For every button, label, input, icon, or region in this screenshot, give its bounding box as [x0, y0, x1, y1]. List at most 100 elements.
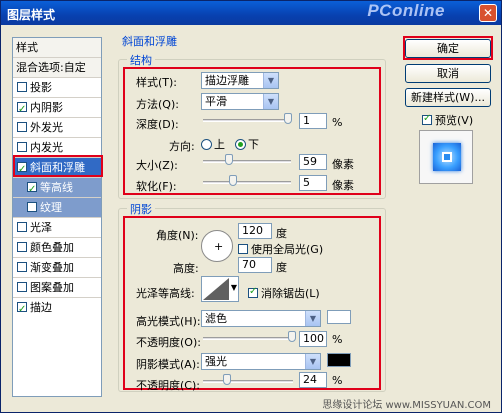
shadow-mode-value: 强光 [205, 355, 227, 368]
soften-input[interactable]: 5 [299, 175, 327, 191]
preview-inner-square [442, 152, 452, 162]
style-item-label: 渐变叠加 [30, 261, 74, 274]
highlight-mode-select[interactable]: 滤色 ▼ [201, 310, 321, 327]
shadow-mode-select[interactable]: 强光 ▼ [201, 353, 321, 370]
panel-title: 斜面和浮雕 [122, 35, 177, 48]
direction-up-option[interactable]: 上 [201, 136, 225, 152]
chevron-down-icon[interactable]: ▼ [305, 354, 320, 369]
radio-up[interactable] [201, 139, 212, 150]
chevron-down-icon[interactable]: ▼ [263, 73, 278, 88]
style-select[interactable]: 描边浮雕 ▼ [201, 72, 279, 89]
size-input[interactable]: 59 [299, 154, 327, 170]
layer-style-dialog: 图层样式 PConline ✕ 样式 混合选项:自定 投影 内阴影 外发光 内发… [0, 0, 502, 413]
preview-swatch [433, 143, 461, 171]
checkbox[interactable] [27, 202, 37, 212]
size-label: 大小(Z): [136, 159, 178, 172]
style-item-inner-shadow[interactable]: 内阴影 [13, 98, 101, 119]
size-unit: 像素 [332, 158, 354, 171]
style-item-label: 图案叠加 [30, 281, 74, 294]
style-item-texture[interactable]: 纹理 [13, 198, 101, 218]
style-list-header[interactable]: 样式 [13, 38, 101, 58]
anti-alias-checkbox[interactable] [248, 286, 258, 298]
checkbox[interactable] [17, 142, 27, 152]
preview-label: 预览(V) [435, 114, 474, 127]
checkbox[interactable] [17, 82, 27, 92]
style-item-label: 等高线 [40, 181, 73, 194]
watermark-logo: PConline [367, 1, 445, 20]
checkbox[interactable] [17, 122, 27, 132]
shadow-color-swatch[interactable] [327, 353, 351, 367]
altitude-input[interactable]: 70 [238, 257, 272, 273]
highlight-opacity-slider[interactable] [203, 337, 293, 340]
style-item-label: 外发光 [30, 121, 63, 134]
title-bar[interactable]: 图层样式 PConline ✕ [1, 1, 501, 25]
new-style-button[interactable]: 新建样式(W)... [405, 88, 491, 107]
bevel-item-highlight [13, 155, 103, 177]
style-preview-thumbnail [419, 130, 473, 184]
checkbox[interactable] [27, 180, 37, 199]
altitude-label: 高度: [173, 262, 199, 275]
preview-option[interactable]: 预览(V) [422, 112, 473, 128]
style-item-outer-glow[interactable]: 外发光 [13, 118, 101, 138]
chevron-down-icon[interactable]: ▼ [305, 311, 320, 326]
depth-input[interactable]: 1 [299, 113, 327, 129]
structure-legend: 结构 [127, 52, 155, 68]
anti-alias-option[interactable]: 消除锯齿(L) [248, 285, 320, 301]
close-button[interactable]: ✕ [479, 4, 497, 22]
global-light-option[interactable]: 使用全局光(G) [238, 241, 323, 257]
style-item-label: 光泽 [30, 221, 52, 234]
chevron-down-icon[interactable]: ▼ [263, 94, 278, 109]
soften-slider[interactable] [203, 181, 291, 184]
soften-label: 软化(F): [136, 180, 177, 193]
window-title: 图层样式 [7, 8, 56, 22]
radio-down[interactable] [235, 139, 246, 150]
style-item-label: 内阴影 [30, 101, 63, 114]
checkbox[interactable] [17, 300, 27, 319]
shadow-opacity-unit: % [332, 374, 343, 387]
size-slider-thumb[interactable] [225, 154, 233, 165]
angle-unit: 度 [276, 227, 287, 240]
highlight-opacity-slider-thumb[interactable] [288, 331, 296, 342]
style-item-label: 纹理 [40, 201, 62, 214]
technique-select[interactable]: 平滑 ▼ [201, 93, 279, 110]
anti-alias-label: 消除锯齿(L) [261, 287, 320, 300]
preview-checkbox[interactable] [422, 113, 432, 125]
gloss-contour-picker[interactable]: ▼ [201, 276, 239, 302]
shadow-opacity-slider-thumb[interactable] [223, 374, 231, 385]
style-label: 样式(T): [136, 76, 178, 89]
checkbox[interactable] [17, 282, 27, 292]
depth-slider[interactable] [203, 119, 291, 122]
checkbox[interactable] [17, 242, 27, 252]
angle-dial[interactable]: + [201, 230, 233, 262]
style-item-label: 描边 [30, 301, 52, 314]
soften-slider-thumb[interactable] [229, 175, 237, 186]
style-item-satin[interactable]: 光泽 [13, 218, 101, 238]
checkbox[interactable] [17, 262, 27, 272]
style-select-value: 描边浮雕 [205, 74, 249, 87]
highlight-mode-label: 高光模式(H): [136, 315, 201, 328]
style-item-stroke[interactable]: 描边 [13, 298, 101, 319]
highlight-opacity-input[interactable]: 100 [299, 331, 327, 347]
style-item-pattern-overlay[interactable]: 图案叠加 [13, 278, 101, 298]
depth-slider-thumb[interactable] [284, 113, 292, 124]
chevron-down-icon[interactable]: ▼ [231, 283, 237, 292]
direction-down-option[interactable]: 下 [235, 136, 259, 152]
style-item-blend-options[interactable]: 混合选项:自定 [13, 58, 101, 78]
style-item-color-overlay[interactable]: 颜色叠加 [13, 238, 101, 258]
shadow-opacity-slider[interactable] [203, 380, 293, 383]
size-slider[interactable] [203, 160, 291, 163]
altitude-unit: 度 [276, 261, 287, 274]
style-item-gradient-overlay[interactable]: 渐变叠加 [13, 258, 101, 278]
cancel-button[interactable]: 取消 [405, 64, 491, 83]
shadow-opacity-input[interactable]: 24 [299, 372, 327, 388]
contour-preview-icon [203, 278, 229, 300]
angle-input[interactable]: 120 [238, 223, 272, 239]
direction-label: 方向: [169, 140, 195, 153]
style-item-drop-shadow[interactable]: 投影 [13, 78, 101, 98]
checkbox[interactable] [17, 100, 27, 119]
global-light-checkbox[interactable] [238, 244, 248, 254]
checkbox[interactable] [17, 222, 27, 232]
highlight-color-swatch[interactable] [327, 310, 351, 324]
angle-crosshair-icon: + [214, 240, 224, 253]
style-item-contour[interactable]: 等高线 [13, 178, 101, 199]
